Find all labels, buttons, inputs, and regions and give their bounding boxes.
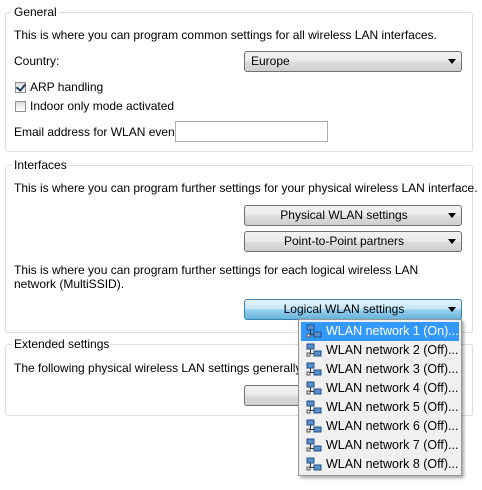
indoor-label[interactable]: Indoor only mode activated — [30, 99, 174, 113]
wlan-network-icon — [306, 400, 322, 414]
country-label: Country: — [14, 54, 60, 68]
wlan-network-icon — [306, 457, 322, 471]
wlan-network-icon — [306, 419, 322, 433]
logical-wlan-settings-label: Logical WLAN settings — [283, 302, 405, 316]
menu-item-label: WLAN network 3 (Off)... — [326, 362, 459, 376]
menu-item-label: WLAN network 6 (Off)... — [326, 419, 459, 433]
menu-item-wlan-network-7[interactable]: WLAN network 7 (Off)... — [301, 436, 459, 455]
physical-wlan-settings-button[interactable]: Physical WLAN settings — [244, 205, 462, 226]
menu-item-wlan-network-5[interactable]: WLAN network 5 (Off)... — [301, 398, 459, 417]
wlan-network-icon — [306, 343, 322, 357]
menu-item-wlan-network-6[interactable]: WLAN network 6 (Off)... — [301, 417, 459, 436]
logical-description: This is where you can program further se… — [14, 263, 419, 291]
physical-wlan-settings-label: Physical WLAN settings — [280, 208, 408, 222]
chevron-down-icon — [448, 59, 456, 64]
menu-item-label: WLAN network 8 (Off)... — [326, 457, 459, 471]
menu-item-wlan-network-8[interactable]: WLAN network 8 (Off)... — [301, 455, 459, 474]
physical-description: This is where you can program further se… — [14, 181, 478, 195]
country-select[interactable]: Europe — [244, 51, 462, 72]
wlan-network-icon — [306, 362, 322, 376]
wlan-network-icon — [306, 438, 322, 452]
indoor-checkbox[interactable] — [15, 101, 26, 112]
menu-item-label: WLAN network 4 (Off)... — [326, 381, 459, 395]
chevron-down-icon — [448, 239, 456, 244]
country-select-value: Europe — [251, 54, 290, 68]
menu-item-wlan-network-4[interactable]: WLAN network 4 (Off)... — [301, 379, 459, 398]
email-field[interactable] — [175, 121, 328, 142]
menu-item-label: WLAN network 5 (Off)... — [326, 400, 459, 414]
extended-legend: Extended settings — [12, 337, 112, 351]
logical-wlan-settings-button[interactable]: Logical WLAN settings — [244, 299, 462, 320]
menu-item-label: WLAN network 7 (Off)... — [326, 438, 459, 452]
arp-label[interactable]: ARP handling — [30, 80, 103, 94]
menu-item-wlan-network-3[interactable]: WLAN network 3 (Off)... — [301, 360, 459, 379]
chevron-down-icon — [448, 213, 456, 218]
arp-checkbox[interactable] — [15, 81, 27, 93]
email-label: Email address for WLAN events: — [14, 125, 188, 139]
menu-item-label: WLAN network 2 (Off)... — [326, 343, 459, 357]
p2p-partners-label: Point-to-Point partners — [283, 234, 405, 248]
menu-item-wlan-network-2[interactable]: WLAN network 2 (Off)... — [301, 341, 459, 360]
interfaces-legend: Interfaces — [12, 158, 69, 172]
menu-item-label: WLAN network 1 (On)... — [326, 324, 459, 338]
menu-item-wlan-network-1[interactable]: WLAN network 1 (On)... — [301, 322, 459, 341]
chevron-down-icon — [448, 307, 456, 312]
extended-description: The following physical wireless LAN sett… — [14, 361, 342, 375]
general-legend: General — [12, 5, 59, 19]
wlan-network-icon — [306, 381, 322, 395]
wlan-network-icon — [306, 324, 322, 338]
logical-wlan-dropdown-menu: WLAN network 1 (On)... WLAN network 2 (O… — [298, 319, 462, 476]
general-description: This is where you can program common set… — [14, 28, 437, 42]
p2p-partners-button[interactable]: Point-to-Point partners — [244, 231, 462, 252]
checkmark-icon — [15, 81, 27, 92]
